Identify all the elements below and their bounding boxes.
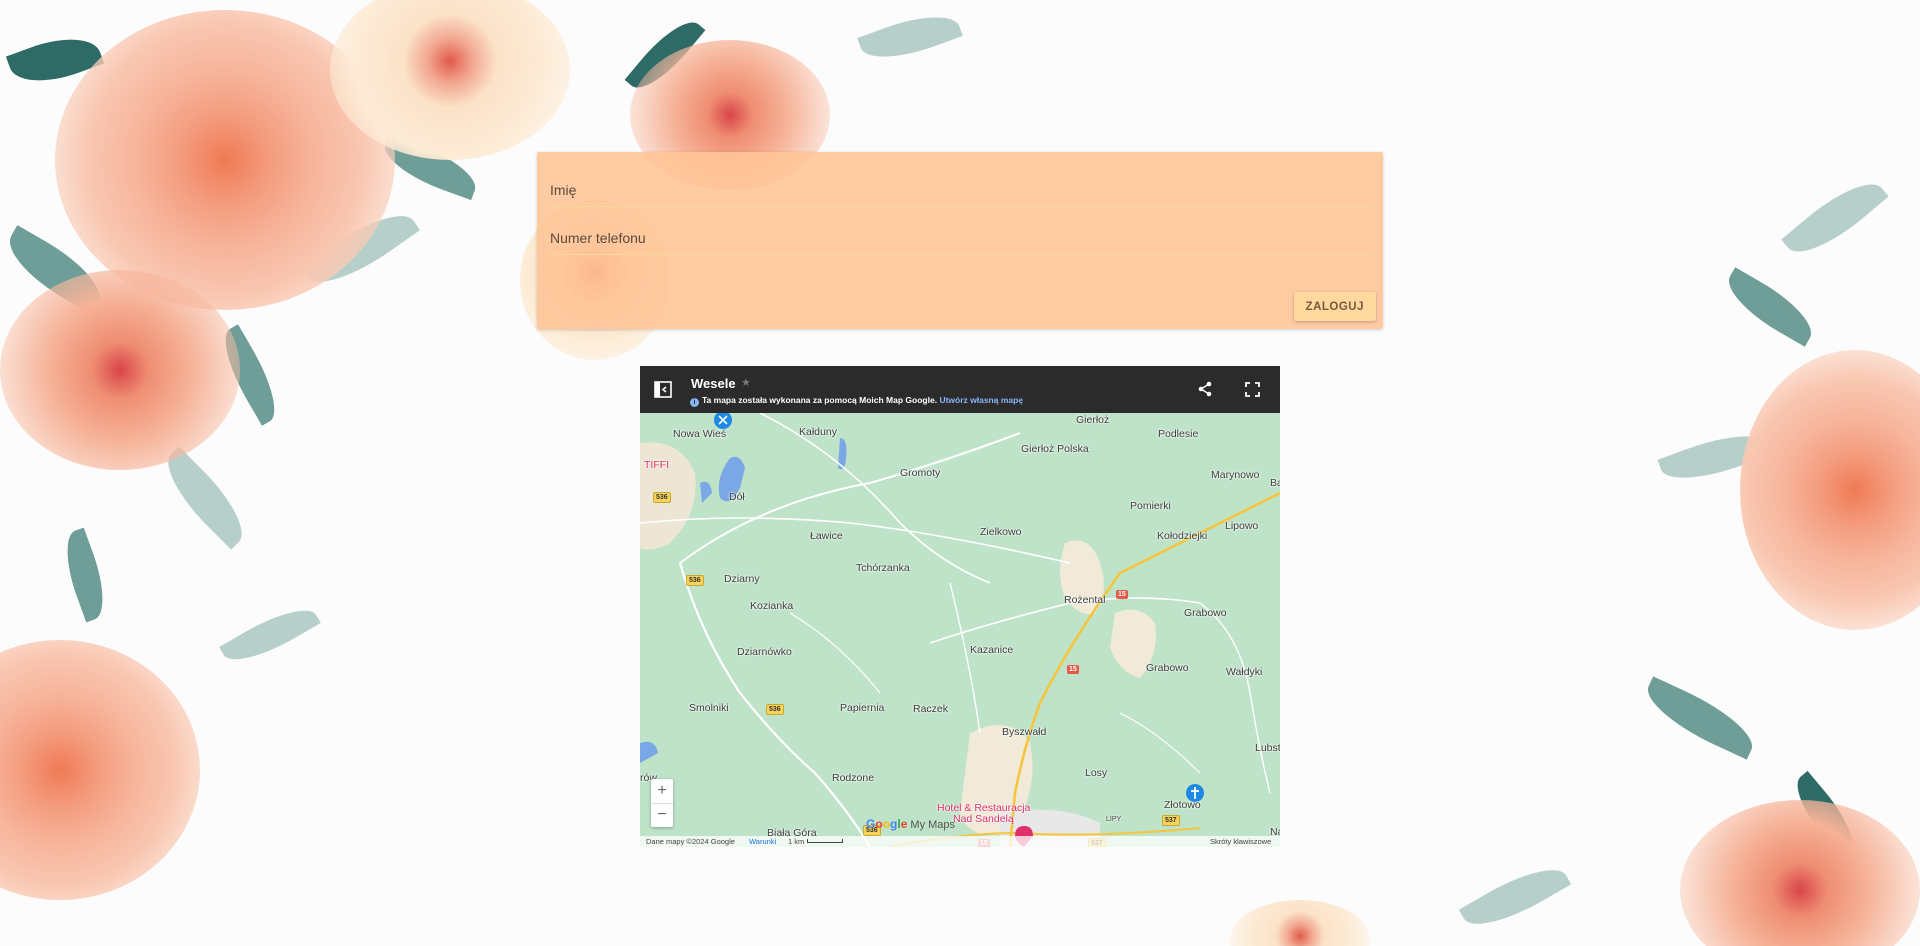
google-logo-letter: G bbox=[866, 817, 876, 831]
leaf-decoration bbox=[1657, 422, 1773, 492]
blossom-decoration bbox=[1230, 900, 1370, 946]
leaf-decoration bbox=[219, 597, 321, 673]
place-label: Zielkowo bbox=[980, 526, 1022, 538]
place-label: Pomierki bbox=[1130, 500, 1171, 512]
google-logo-letter: o bbox=[882, 817, 891, 831]
star-icon[interactable]: ★ bbox=[741, 376, 751, 389]
leaf-decoration bbox=[1458, 854, 1572, 940]
zoom-in-button[interactable]: + bbox=[651, 779, 673, 804]
scale-label: 1 km bbox=[788, 837, 805, 846]
place-label: Ba bbox=[1270, 477, 1280, 489]
keyboard-shortcuts-link[interactable]: Skróty klawiszowe bbox=[1210, 837, 1271, 846]
map-header: Wesele ★ i Ta mapa została wykonana za po… bbox=[640, 366, 1280, 413]
leaf-decoration bbox=[153, 446, 257, 550]
place-label: Smolniki bbox=[689, 702, 729, 714]
leaf-decoration bbox=[1638, 676, 1762, 760]
zoom-out-button[interactable]: − bbox=[651, 803, 673, 827]
google-logo-letter: e bbox=[900, 817, 908, 831]
place-label: Rożental bbox=[1064, 594, 1106, 606]
place-label: Kozianka bbox=[750, 600, 794, 612]
route-shield: 536 bbox=[686, 575, 704, 586]
scale-bar bbox=[807, 839, 844, 843]
place-label: Grabowo bbox=[1146, 662, 1189, 674]
place-label: Podlesie bbox=[1158, 428, 1199, 440]
place-label: Ławice bbox=[810, 530, 843, 542]
leaf-decoration bbox=[857, 3, 963, 71]
place-label: Dół bbox=[729, 491, 745, 503]
map-subtitle: i Ta mapa została wykonana za pomocą Moic… bbox=[690, 395, 1023, 407]
place-label: Kołodziejki bbox=[1157, 530, 1208, 542]
leaf-decoration bbox=[55, 527, 115, 623]
leaf-decoration bbox=[1781, 168, 1889, 268]
place-label: Wałdyki bbox=[1226, 666, 1263, 678]
map-title: Wesele bbox=[691, 376, 736, 391]
place-label: Papiernia bbox=[840, 702, 885, 714]
zoom-controls: + − bbox=[651, 779, 673, 827]
terms-link[interactable]: Warunki bbox=[749, 837, 776, 846]
place-label: Kazanice bbox=[970, 644, 1014, 656]
info-icon: i bbox=[690, 398, 699, 407]
leaf-decoration bbox=[1718, 267, 1822, 347]
place-label: Złotowo bbox=[1164, 799, 1201, 811]
leaf-decoration bbox=[624, 10, 706, 100]
place-label: Grabowo bbox=[1184, 607, 1227, 619]
leaf-decoration bbox=[212, 324, 288, 426]
place-label: Lipowo bbox=[1225, 520, 1259, 532]
name-field-container bbox=[550, 176, 1371, 207]
place-label: Gromoty bbox=[900, 467, 941, 479]
place-label: Raczek bbox=[913, 703, 949, 715]
place-label: Rodzone bbox=[832, 772, 875, 784]
map-data-attribution: Dane mapy ©2024 Google bbox=[646, 837, 735, 846]
create-map-link[interactable]: Utwórz własną mapę bbox=[939, 395, 1023, 405]
map-subtitle-text: Ta mapa została wykonana za pomocą Moich… bbox=[702, 395, 938, 405]
leaf-decoration bbox=[377, 133, 483, 201]
route-shield: 536 bbox=[653, 492, 671, 503]
google-my-maps-logo: Google My Maps bbox=[866, 817, 955, 831]
place-label: Nowa Wieś bbox=[673, 428, 727, 440]
place-label: LIPY bbox=[1106, 816, 1122, 823]
phone-field-container bbox=[550, 224, 1371, 255]
blossom-decoration bbox=[0, 270, 240, 470]
place-label: Gierłoż Polska bbox=[1021, 443, 1089, 455]
place-label: Lubsty bbox=[1255, 742, 1280, 754]
place-label: Byszwałd bbox=[1002, 726, 1047, 738]
fullscreen-icon[interactable] bbox=[1244, 381, 1261, 398]
rose-decoration bbox=[0, 640, 200, 900]
map-canvas[interactable] bbox=[640, 413, 1280, 847]
leaf-decoration bbox=[0, 225, 113, 315]
rose-decoration bbox=[55, 10, 395, 310]
leaf-decoration bbox=[299, 199, 421, 299]
map-embed[interactable]: Wesele ★ i Ta mapa została wykonana za po… bbox=[640, 366, 1280, 847]
page: ZALOGUJ Wesele ★ iTa mapa została wykona… bbox=[0, 0, 1920, 946]
route-shield: 536 bbox=[766, 704, 784, 715]
blossom-decoration bbox=[1680, 800, 1920, 946]
share-icon[interactable] bbox=[1196, 380, 1214, 398]
place-label: Nad Sandelą bbox=[953, 813, 1014, 825]
name-input[interactable] bbox=[550, 176, 1371, 204]
leaf-decoration bbox=[5, 25, 105, 95]
legend-toggle-icon[interactable] bbox=[654, 381, 672, 398]
place-label: Tchórzanka bbox=[856, 562, 910, 574]
place-label: TIFFI bbox=[644, 459, 670, 471]
place-label: Marynowo bbox=[1211, 469, 1260, 481]
blossom-decoration bbox=[330, 0, 570, 160]
route-shield: 537 bbox=[1162, 815, 1180, 826]
scale-indicator: 1 km bbox=[788, 837, 844, 846]
google-logo-letter: o bbox=[875, 817, 883, 831]
place-label: Gierłoż bbox=[1076, 414, 1110, 426]
place-label: Dziarny bbox=[724, 573, 760, 585]
login-card: ZALOGUJ bbox=[537, 152, 1383, 329]
route-shield: 15 bbox=[1067, 665, 1079, 674]
place-label: Losy bbox=[1085, 767, 1108, 779]
place-label: Kałduny bbox=[799, 426, 837, 438]
phone-input[interactable] bbox=[550, 224, 1371, 252]
leaf-decoration bbox=[1784, 770, 1866, 860]
my-maps-label: My Maps bbox=[910, 819, 956, 831]
route-shield: 15 bbox=[1116, 590, 1128, 599]
rose-decoration bbox=[1740, 350, 1920, 630]
map-footer: Dane mapy ©2024 Google Warunki 1 km Skró… bbox=[640, 836, 1280, 847]
place-label: Dziarnówko bbox=[737, 646, 792, 658]
login-button[interactable]: ZALOGUJ bbox=[1293, 292, 1376, 321]
